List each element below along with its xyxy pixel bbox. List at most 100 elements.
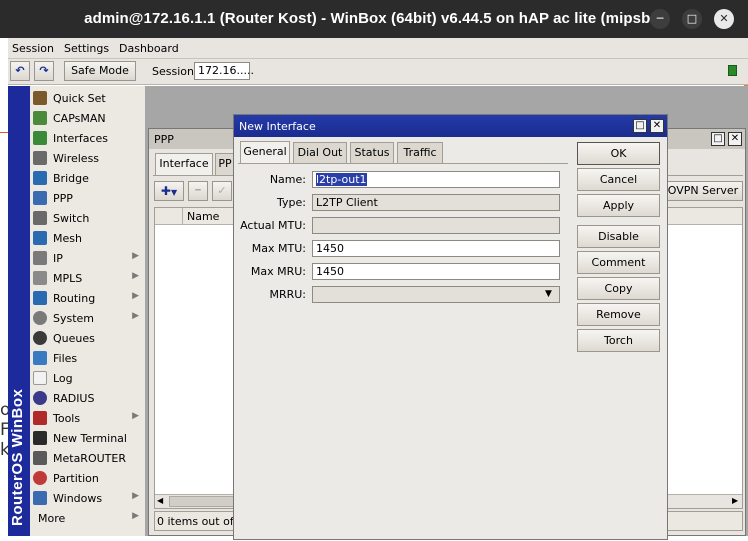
- remove-button[interactable]: ━: [188, 181, 208, 201]
- sidebar-item-radius[interactable]: RADIUS: [30, 388, 143, 408]
- sidebar-item-capsman[interactable]: CAPsMAN: [30, 108, 143, 128]
- apply-button[interactable]: Apply: [577, 194, 660, 217]
- sidebar-item-label: MPLS: [53, 272, 83, 285]
- sidebar-item-label: CAPsMAN: [53, 112, 106, 125]
- sidebar-item-mesh[interactable]: Mesh: [30, 228, 143, 248]
- sidebar-item-queues[interactable]: Queues: [30, 328, 143, 348]
- background-page: [0, 38, 8, 541]
- sidebar-item-wireless[interactable]: Wireless: [30, 148, 143, 168]
- enable-button[interactable]: ✓: [212, 181, 232, 201]
- queues-icon: [33, 331, 47, 345]
- submenu-arrow-icon: ▶: [132, 411, 139, 421]
- safe-mode-button[interactable]: Safe Mode: [64, 61, 136, 81]
- sidebar-item-label: Routing: [53, 292, 96, 305]
- scroll-right-icon[interactable]: ▶: [732, 496, 738, 505]
- sidebar-item-system[interactable]: System ▶: [30, 308, 143, 328]
- system-gear-icon: [33, 311, 47, 325]
- submenu-arrow-icon: ▶: [132, 491, 139, 501]
- minimize-button[interactable]: ─: [650, 9, 670, 29]
- sidebar-item-ip[interactable]: IP ▶: [30, 248, 143, 268]
- column-name[interactable]: Name: [187, 210, 219, 223]
- sidebar-item-label: New Terminal: [53, 432, 127, 445]
- comment-button[interactable]: Comment: [577, 251, 660, 274]
- mrru-dropdown-icon[interactable]: ▼: [545, 289, 552, 299]
- name-label: Name:: [269, 173, 306, 186]
- sidebar-item-label: Interfaces: [53, 132, 108, 145]
- add-icon: ✚: [160, 184, 171, 198]
- maximize-button[interactable]: □: [682, 9, 702, 29]
- name-field[interactable]: l2tp-out1: [312, 171, 560, 188]
- sidebar-item-label: More: [38, 512, 66, 525]
- ovpn-server-button[interactable]: OVPN Server: [663, 181, 743, 201]
- windows-icon: [33, 491, 47, 505]
- sidebar-item-partition[interactable]: Partition: [30, 468, 143, 488]
- sidebar-item-label: Windows: [53, 492, 103, 505]
- submenu-arrow-icon: ▶: [132, 311, 139, 321]
- dialog-restore-button[interactable]: □: [633, 119, 647, 133]
- cancel-button[interactable]: Cancel: [577, 168, 660, 191]
- session-field[interactable]: 172.16.....: [194, 62, 254, 80]
- sidebar-item-label: Switch: [53, 212, 90, 225]
- sidebar-item-label: Mesh: [53, 232, 82, 245]
- torch-button[interactable]: Torch: [577, 329, 660, 352]
- copy-button[interactable]: Copy: [577, 277, 660, 300]
- menu-session[interactable]: Session: [12, 42, 54, 55]
- max-mtu-label: Max MTU:: [251, 242, 306, 255]
- sidebar-item-label: MetaROUTER: [53, 452, 126, 465]
- background-text-fragment: oFk: [0, 400, 8, 460]
- menu-settings[interactable]: Settings: [64, 42, 109, 55]
- tab-dial-out[interactable]: Dial Out: [293, 142, 347, 163]
- sidebar-item-label: IP: [53, 252, 63, 265]
- sidebar-item-label: RADIUS: [53, 392, 95, 405]
- max-mru-label: Max MRU:: [250, 265, 306, 278]
- tab-traffic[interactable]: Traffic: [397, 142, 443, 163]
- redo-button[interactable]: ↷: [34, 61, 54, 81]
- actual-mtu-label: Actual MTU:: [240, 219, 306, 232]
- sidebar-item-windows[interactable]: Windows ▶: [30, 488, 143, 508]
- mrru-field[interactable]: [312, 286, 560, 303]
- window-title: admin@172.16.1.1 (Router Kost) - WinBox …: [84, 10, 664, 27]
- sidebar-item-tools[interactable]: Tools ▶: [30, 408, 143, 428]
- add-button[interactable]: ✚▼: [154, 181, 184, 201]
- tab-interface[interactable]: Interface: [155, 153, 213, 175]
- scroll-left-icon[interactable]: ◀: [157, 496, 163, 505]
- actual-mtu-field: [312, 217, 560, 234]
- scroll-thumb[interactable]: [169, 496, 239, 507]
- sidebar-item-quick-set[interactable]: Quick Set: [30, 88, 143, 108]
- tab-general[interactable]: General: [240, 141, 290, 163]
- sidebar-item-label: Queues: [53, 332, 95, 345]
- bridge-icon: [33, 171, 47, 185]
- max-mru-field[interactable]: 1450: [312, 263, 560, 280]
- sidebar-item-more[interactable]: More ▶: [30, 508, 143, 528]
- max-mtu-field[interactable]: 1450: [312, 240, 560, 257]
- antenna-icon: [33, 111, 47, 125]
- undo-button[interactable]: ↶: [10, 61, 30, 81]
- sidebar-item-interfaces[interactable]: Interfaces: [30, 128, 143, 148]
- ppp-window-title: PPP: [154, 133, 174, 146]
- close-button[interactable]: ✕: [714, 9, 734, 29]
- sidebar-item-mpls[interactable]: MPLS ▶: [30, 268, 143, 288]
- tab-status[interactable]: Status: [350, 142, 394, 163]
- sidebar-item-log[interactable]: Log: [30, 368, 143, 388]
- ppp-maximize-button[interactable]: □: [711, 132, 725, 146]
- disable-button[interactable]: Disable: [577, 225, 660, 248]
- tab-ppp-secrets[interactable]: PP: [215, 153, 235, 175]
- sidebar-item-ppp[interactable]: PPP: [30, 188, 143, 208]
- ok-button[interactable]: OK: [577, 142, 660, 165]
- sidebar-item-bridge[interactable]: Bridge: [30, 168, 143, 188]
- sidebar-item-switch[interactable]: Switch: [30, 208, 143, 228]
- menu-dashboard[interactable]: Dashboard: [119, 42, 179, 55]
- switch-icon: [33, 211, 47, 225]
- sidebar-item-label: Bridge: [53, 172, 89, 185]
- sidebar-item-routing[interactable]: Routing ▶: [30, 288, 143, 308]
- sidebar-item-label: Files: [53, 352, 78, 365]
- ppp-icon: [33, 191, 47, 205]
- sidebar-item-label: Quick Set: [53, 92, 106, 105]
- dialog-close-button[interactable]: ✕: [650, 119, 664, 133]
- mrru-label: MRRU:: [269, 288, 306, 301]
- sidebar-item-files[interactable]: Files: [30, 348, 143, 368]
- sidebar-item-metarouter[interactable]: MetaROUTER: [30, 448, 143, 468]
- sidebar-item-new-terminal[interactable]: New Terminal: [30, 428, 143, 448]
- remove-button[interactable]: Remove: [577, 303, 660, 326]
- ppp-close-button[interactable]: ✕: [728, 132, 742, 146]
